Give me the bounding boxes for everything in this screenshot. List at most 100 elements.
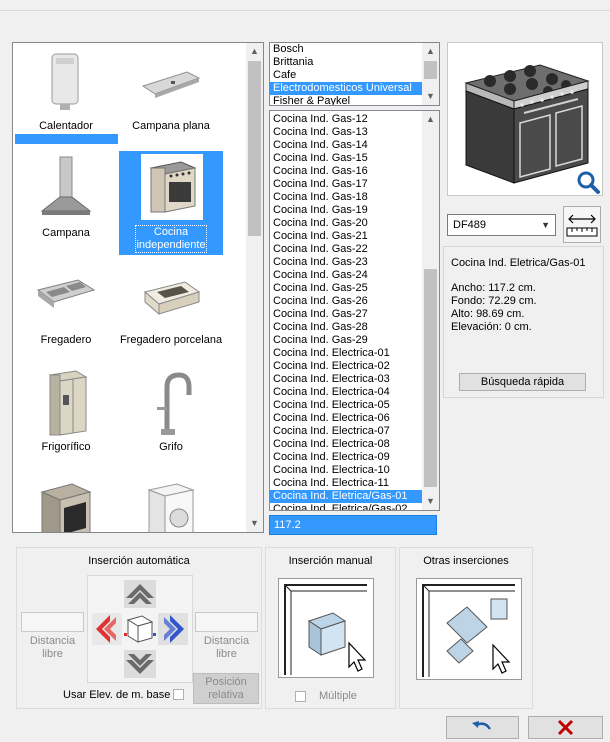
category-label: Grifo (159, 441, 183, 453)
accept-button[interactable] (446, 716, 519, 739)
model-item[interactable]: Cocina Ind. Gas-16 (270, 165, 422, 178)
model-list[interactable]: Cocina Ind. Gas-12 Cocina Ind. Gas-13 Coci… (269, 110, 440, 511)
category-cocina-independiente[interactable]: Cocina independiente (119, 151, 223, 255)
scroll-thumb[interactable] (424, 61, 437, 79)
scroll-down-icon[interactable]: ▼ (422, 493, 439, 510)
brand-list[interactable]: Bosch Brittania Cafe Electrodomesticos U… (269, 42, 440, 106)
category-grid[interactable]: Calentador Campana plana Campana Cocina … (12, 42, 264, 533)
model-scrollbar[interactable]: ▲ ▼ (422, 111, 439, 510)
title-divider (0, 10, 610, 11)
water-heater-icon (51, 53, 79, 110)
category-grifo[interactable]: Grifo (119, 365, 223, 469)
model-item[interactable]: Cocina Ind. Gas-17 (270, 178, 422, 191)
arrow-left-icon[interactable] (92, 613, 122, 645)
left-distance-label: Distancia libre (29, 635, 76, 660)
scroll-down-icon[interactable]: ▼ (422, 88, 439, 105)
width-value: Ancho: 117.2 cm. (451, 282, 536, 294)
manual-insert-title: Inserción manual (288, 555, 373, 567)
oven-icon (40, 483, 92, 532)
category-campana-plana[interactable]: Campana plana (119, 44, 223, 148)
model-item[interactable]: Cocina Ind. Gas-27 (270, 308, 422, 321)
model-item[interactable]: Cocina Ind. Electrica-01 (270, 347, 422, 360)
category-label: Fregadero (40, 334, 92, 346)
model-item[interactable]: Cocina Ind. Electrica-03 (270, 373, 422, 386)
model-item[interactable]: Cocina Ind. Electrica-11 (270, 477, 422, 490)
direction-pad[interactable] (87, 575, 193, 683)
model-item[interactable]: Cocina Ind. Electrica-07 (270, 425, 422, 438)
arrow-right-icon[interactable] (158, 613, 188, 645)
scroll-thumb[interactable] (424, 269, 437, 487)
cancel-button[interactable] (528, 716, 603, 739)
brand-item[interactable]: Fisher & Paykel (270, 95, 439, 105)
right-distance-field[interactable] (195, 612, 258, 632)
model-item[interactable]: Cocina Ind. Electrica-08 (270, 438, 422, 451)
manual-insert-group: Inserción manual Múltiple (265, 547, 396, 709)
model-item[interactable]: Cocina Ind. Gas-28 (270, 321, 422, 334)
model-item[interactable]: Cocina Ind. Gas-23 (270, 256, 422, 269)
category-label: Frigorífico (41, 441, 91, 453)
fridge-icon (48, 370, 88, 436)
multiple-checkbox[interactable] (295, 691, 306, 702)
category-fregadero[interactable]: Fregadero (14, 258, 118, 362)
sink-icon (36, 279, 96, 308)
model-item[interactable]: Cocina Ind. Electrica-09 (270, 451, 422, 464)
brand-item[interactable]: Bosch (270, 43, 439, 56)
model-item[interactable]: Cocina Ind. Gas-13 (270, 126, 422, 139)
model-item[interactable]: Cocina Ind. Gas-25 (270, 282, 422, 295)
elev-checkbox[interactable] (173, 689, 184, 700)
scroll-up-icon[interactable]: ▲ (246, 43, 263, 60)
elev-label: Usar Elev. de m. base (63, 689, 171, 701)
category-scrollbar[interactable]: ▲ ▼ (246, 43, 263, 532)
scroll-thumb[interactable] (248, 61, 261, 236)
auto-insert-group: Inserción automática Distancia libre Dis… (16, 547, 262, 709)
other-insert-button[interactable] (416, 578, 522, 680)
model-item[interactable]: Cocina Ind. Gas-26 (270, 295, 422, 308)
category-highlight-strip (15, 134, 118, 144)
model-item[interactable]: Cocina Ind. Gas-18 (270, 191, 422, 204)
left-distance-field[interactable] (21, 612, 84, 632)
scroll-up-icon[interactable]: ▲ (422, 111, 439, 128)
model-item[interactable]: Cocina Ind. Gas-12 (270, 113, 422, 126)
zoom-icon[interactable] (575, 169, 601, 195)
arrow-up-icon[interactable] (124, 580, 156, 608)
model-item[interactable]: Cocina Ind. Gas-21 (270, 230, 422, 243)
scroll-up-icon[interactable]: ▲ (422, 43, 439, 60)
relative-position-label: Posición relativa (205, 676, 247, 701)
multiple-label: Múltiple (319, 690, 357, 702)
model-item[interactable]: Cocina Ind. Electrica-02 (270, 360, 422, 373)
model-item[interactable]: Cocina Ind. Gas-14 (270, 139, 422, 152)
category-lavadora[interactable] (119, 472, 223, 532)
model-item[interactable]: Cocina Ind. Gas-24 (270, 269, 422, 282)
category-calentador[interactable]: Calentador (14, 44, 118, 148)
measure-button[interactable] (563, 206, 601, 243)
model-item[interactable]: Cocina Ind. Eletrica/Gas-01 (270, 490, 422, 503)
model-item[interactable]: Cocina Ind. Electrica-10 (270, 464, 422, 477)
category-fregadero-porcelana[interactable]: Fregadero porcelana (119, 258, 223, 362)
model-item[interactable]: Cocina Ind. Electrica-05 (270, 399, 422, 412)
relative-position-button[interactable]: Posición relativa (193, 673, 259, 704)
category-campana[interactable]: Campana (14, 151, 118, 255)
quick-search-button[interactable]: Búsqueda rápida (459, 373, 586, 391)
brand-item[interactable]: Brittania (270, 56, 439, 69)
brand-scrollbar[interactable]: ▲ ▼ (422, 43, 439, 105)
model-item[interactable]: Cocina Ind. Electrica-04 (270, 386, 422, 399)
model-item[interactable]: Cocina Ind. Gas-22 (270, 243, 422, 256)
elevation-value: Elevación: 0 cm. (451, 321, 532, 333)
category-horno[interactable] (14, 472, 118, 532)
model-item[interactable]: Cocina Ind. Eletrica/Gas-02 (270, 503, 422, 510)
model-item[interactable]: Cocina Ind. Gas-15 (270, 152, 422, 165)
close-icon (557, 719, 574, 736)
brand-item[interactable]: Electrodomesticos Universal (270, 82, 439, 95)
model-item[interactable]: Cocina Ind. Electrica-06 (270, 412, 422, 425)
value-field[interactable]: 117.2 (269, 515, 437, 535)
category-frigorifico[interactable]: Frigorífico (14, 365, 118, 469)
brand-item[interactable]: Cafe (270, 69, 439, 82)
arrow-down-icon[interactable] (124, 650, 156, 678)
model-item[interactable]: Cocina Ind. Gas-20 (270, 217, 422, 230)
manual-insert-button[interactable] (278, 578, 374, 678)
model-item[interactable]: Cocina Ind. Gas-29 (270, 334, 422, 347)
scroll-down-icon[interactable]: ▼ (246, 515, 263, 532)
model-item[interactable]: Cocina Ind. Gas-19 (270, 204, 422, 217)
model-code-select[interactable]: DF489 ▼ (447, 214, 556, 236)
other-insert-title: Otras inserciones (423, 555, 509, 567)
